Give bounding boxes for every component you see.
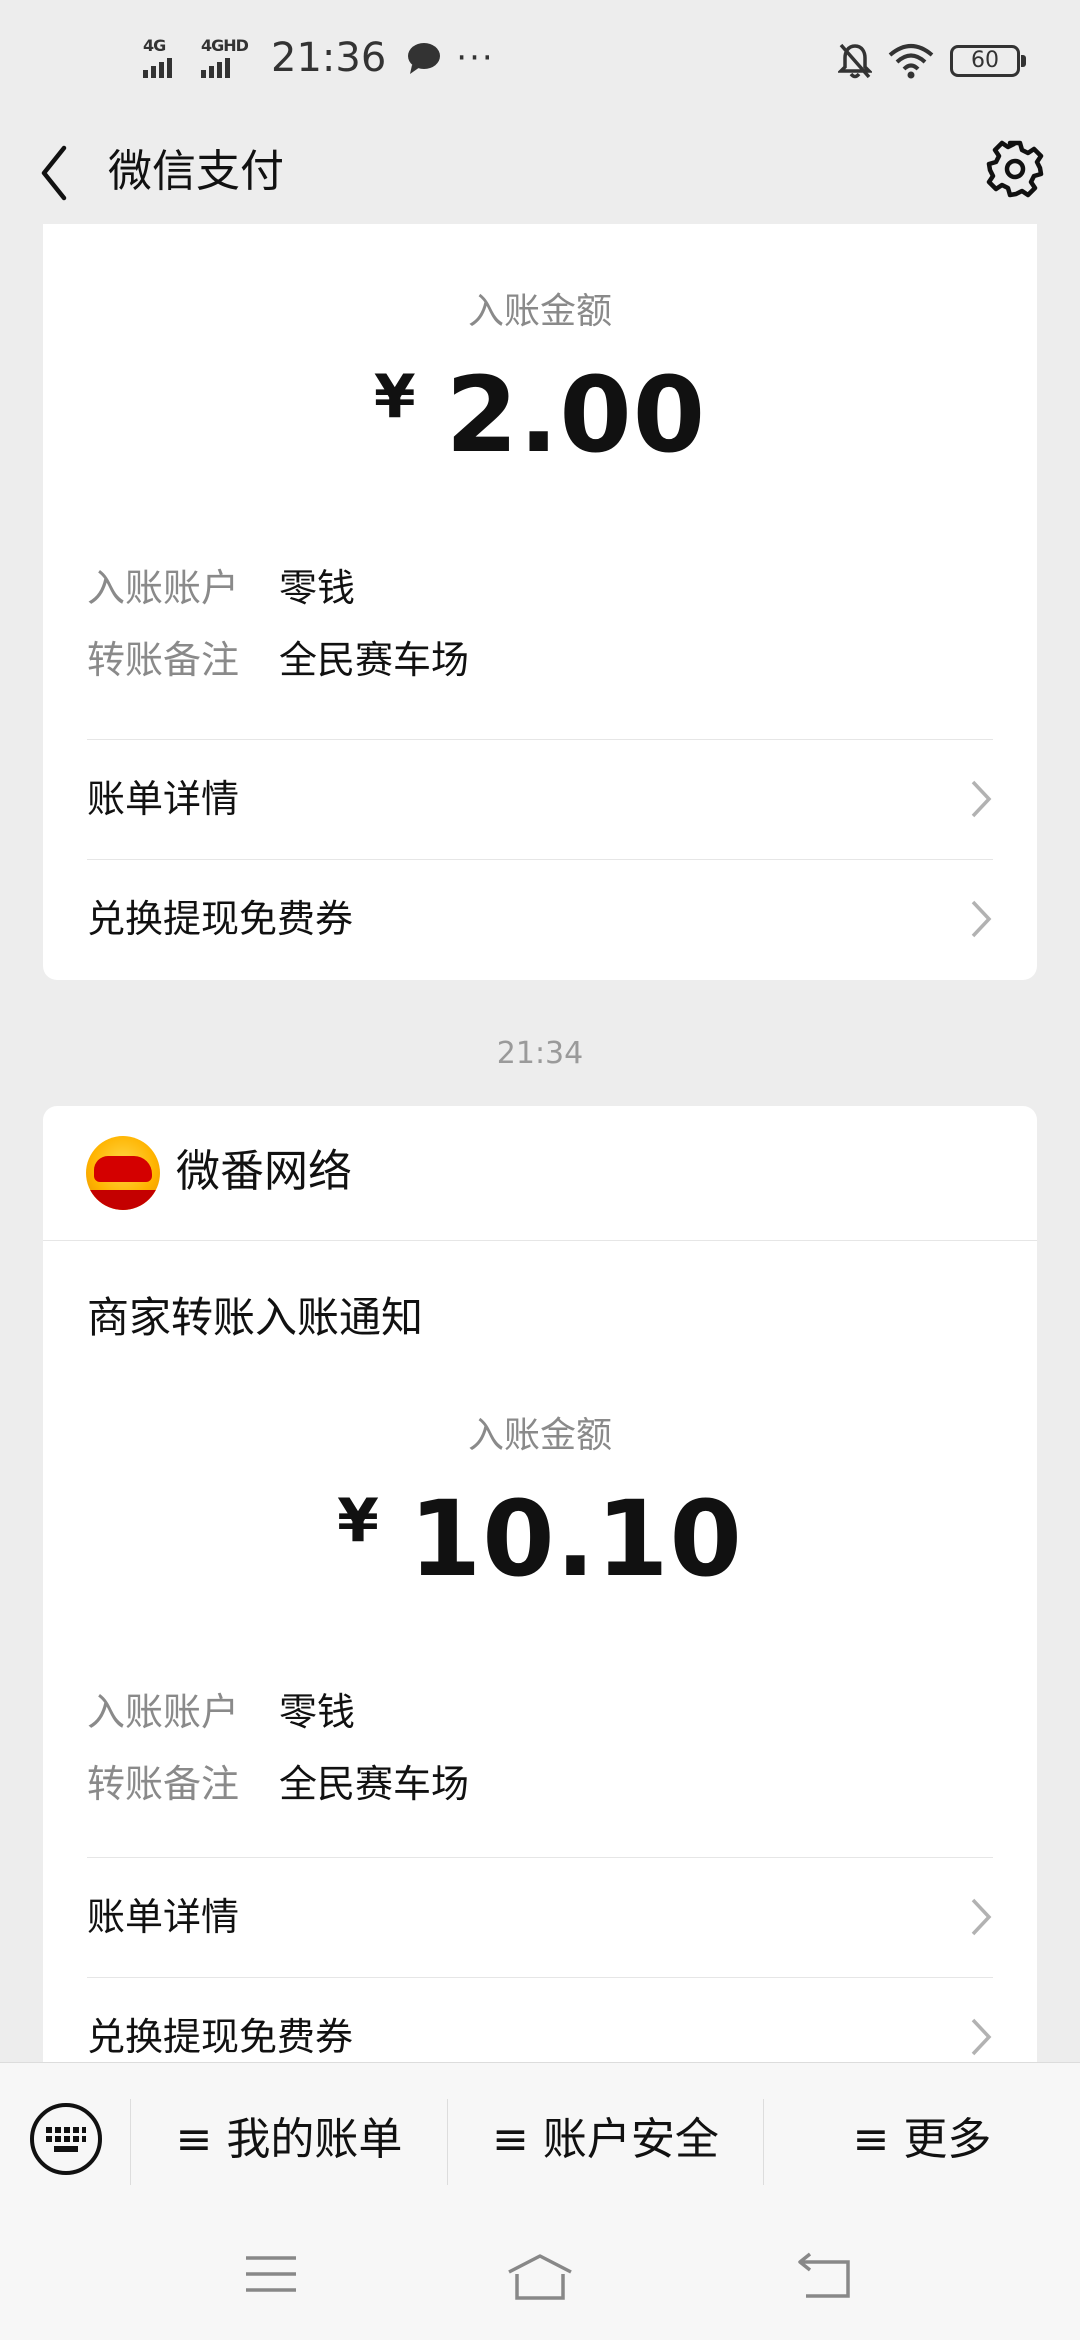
coupon-label: 兑换提现免费券	[87, 897, 354, 941]
chat-bubble-icon	[408, 43, 441, 74]
my-bill-button[interactable]: ≡ 我的账单	[131, 2063, 447, 2217]
currency-symbol: ¥	[337, 1486, 379, 1556]
network-type-label-secondary: 4GHD	[201, 36, 249, 55]
signal-icon-secondary: 4GHD	[201, 36, 253, 80]
system-nav-bar	[0, 2216, 1080, 2340]
coupon-label: 兑换提现免费券	[87, 2015, 354, 2059]
bottom-toolbar: ≡ 我的账单 ≡ 账户安全 ≡ 更多	[0, 2062, 1080, 2217]
home-icon[interactable]	[505, 2252, 575, 2302]
signal-icon: 4G	[143, 36, 187, 80]
more-menu-button[interactable]: ≡ 更多	[764, 2063, 1080, 2217]
more-notifications-icon: ···	[456, 38, 495, 78]
account-security-button[interactable]: ≡ 账户安全	[448, 2063, 763, 2217]
chevron-right-icon	[971, 2018, 992, 2056]
chevron-right-icon	[971, 1898, 992, 1936]
account-row: 入账账户 零钱	[87, 560, 355, 616]
transfer-card-1: 入账金额 ¥2.00 入账账户 零钱 转账备注 全民赛车场 账单详情 兑换提现免费券	[43, 224, 1037, 980]
amount-number: 2.00	[445, 354, 707, 476]
merchant-avatar[interactable]	[86, 1136, 160, 1210]
account-label: 入账账户	[87, 1690, 240, 1734]
account-label: 入账账户	[87, 566, 240, 610]
merchant-name[interactable]: 微番网络	[176, 1140, 352, 1204]
nav-header: 微信支付	[0, 120, 1080, 224]
divider	[43, 1240, 1037, 1241]
status-bar: 4G 4GHD 21:36 ··· 60	[0, 0, 1080, 120]
note-value: 全民赛车场	[279, 638, 470, 682]
network-type-label: 4G	[143, 36, 166, 55]
message-timestamp: 21:34	[496, 1036, 584, 1071]
bill-details-row[interactable]: 账单详情	[87, 1858, 993, 1976]
note-row: 转账备注 全民赛车场	[87, 1756, 469, 1812]
bill-details-row[interactable]: 账单详情	[87, 740, 993, 858]
bill-details-label: 账单详情	[87, 1895, 240, 1939]
battery-indicator: 60	[950, 45, 1026, 77]
amount-value: ¥2.00	[43, 354, 1037, 476]
wifi-icon	[888, 44, 934, 79]
bell-muted-icon	[838, 43, 872, 79]
chevron-right-icon	[971, 780, 992, 818]
amount-number: 10.10	[408, 1478, 743, 1600]
back-arrow-icon[interactable]	[34, 138, 74, 208]
gear-icon[interactable]	[980, 134, 1050, 204]
notice-title: 商家转账入账通知	[87, 1293, 424, 1342]
amount-label: 入账金额	[467, 1415, 612, 1456]
status-left: 4G 4GHD 21:36 ···	[143, 28, 495, 88]
note-value: 全民赛车场	[279, 1762, 470, 1806]
note-label: 转账备注	[87, 1762, 240, 1806]
account-value: 零钱	[279, 566, 356, 610]
chevron-right-icon	[971, 900, 992, 938]
note-row: 转账备注 全民赛车场	[87, 632, 469, 688]
status-time: 21:36	[271, 35, 387, 81]
back-icon[interactable]	[796, 2252, 852, 2300]
bill-details-label: 账单详情	[87, 777, 240, 821]
amount-value: ¥10.10	[43, 1478, 1037, 1600]
account-value: 零钱	[279, 1690, 356, 1734]
transfer-card-2: 微番网络 商家转账入账通知 入账金额 ¥10.10 入账账户 零钱 转账备注 全民赛…	[43, 1106, 1037, 2106]
amount-label: 入账金额	[467, 291, 612, 332]
coupon-row[interactable]: 兑换提现免费券	[87, 860, 993, 978]
page-title: 微信支付	[108, 146, 284, 197]
currency-symbol: ¥	[373, 362, 416, 432]
status-right: 60	[838, 36, 1026, 86]
race-car-icon	[94, 1156, 152, 1182]
keyboard-icon[interactable]	[28, 2101, 104, 2177]
menu-icon[interactable]	[244, 2252, 298, 2296]
account-row: 入账账户 零钱	[87, 1684, 355, 1740]
note-label: 转账备注	[87, 638, 240, 682]
